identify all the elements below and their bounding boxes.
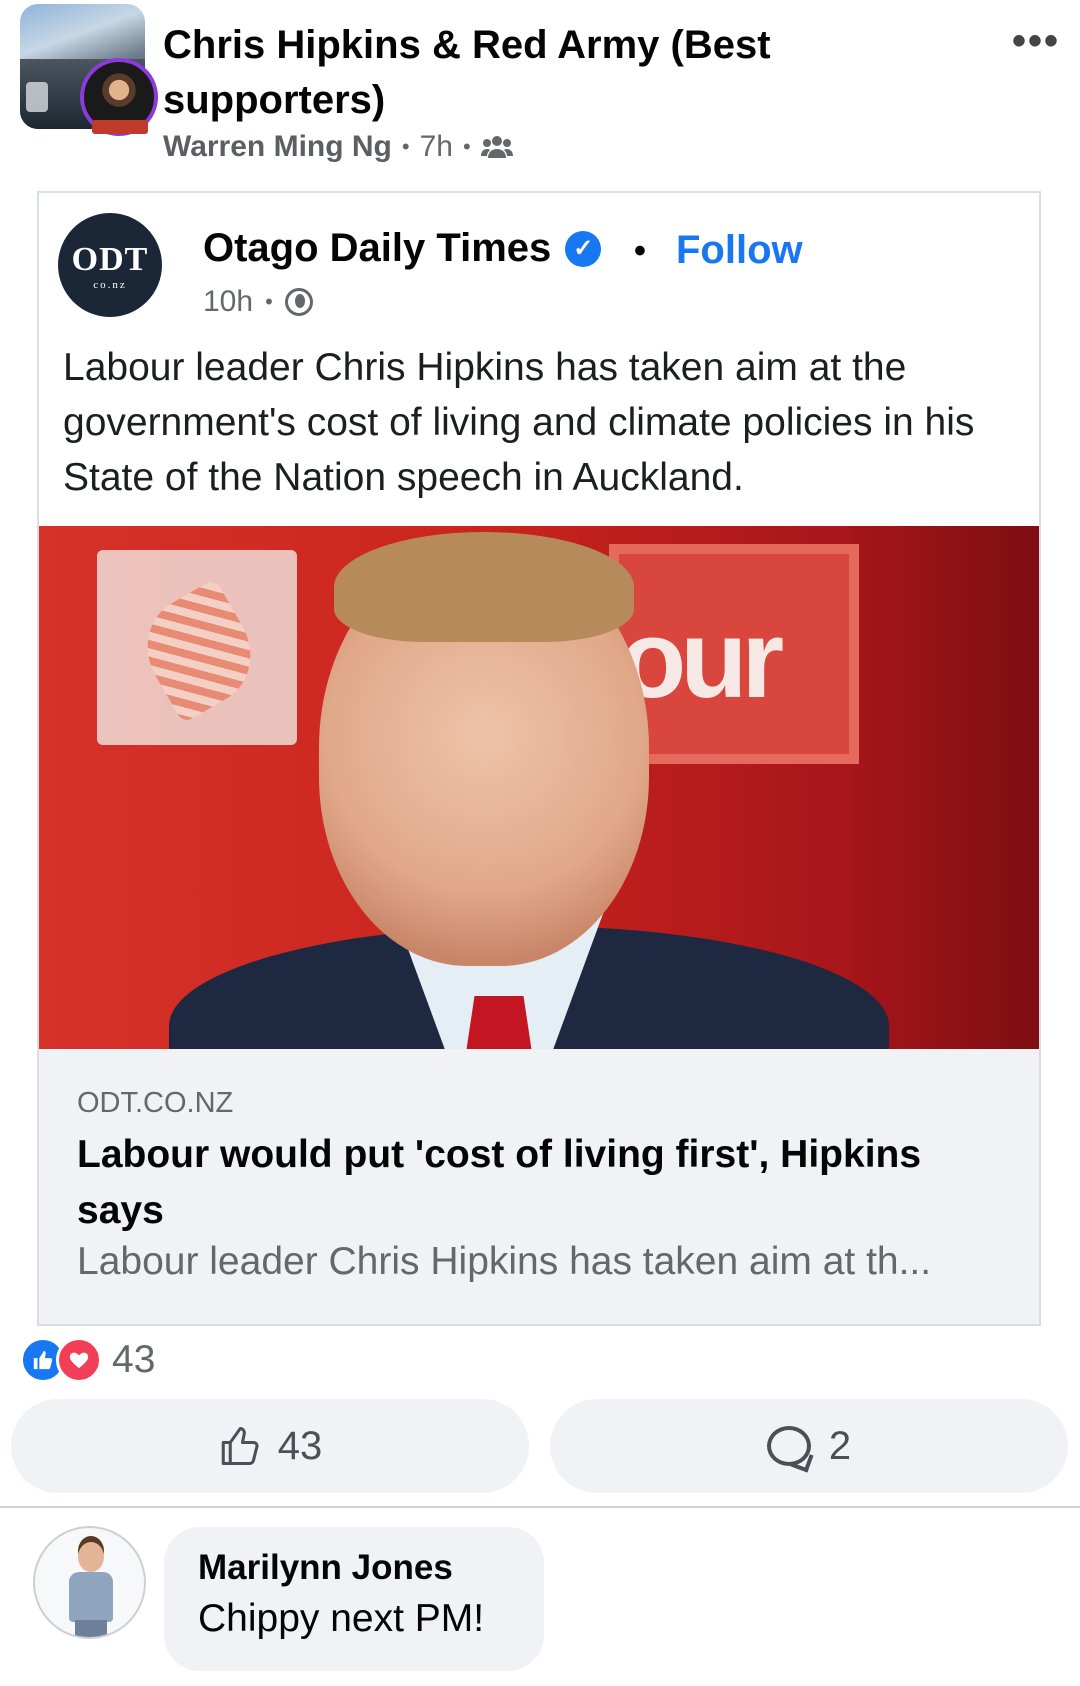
divider bbox=[0, 1506, 1080, 1508]
person-tie bbox=[464, 996, 534, 1049]
post-meta: Warren Ming Ng • 7h • bbox=[163, 130, 513, 164]
follow-button[interactable]: Follow bbox=[676, 228, 803, 273]
avatar-legs bbox=[75, 1620, 107, 1637]
group-name[interactable]: Chris Hipkins & Red Army (Best supporter… bbox=[163, 18, 803, 128]
reaction-count: 43 bbox=[112, 1338, 156, 1381]
like-count: 43 bbox=[277, 1423, 323, 1468]
thumbs-up-icon bbox=[221, 1426, 259, 1466]
commenter-avatar[interactable] bbox=[33, 1526, 146, 1639]
link-description: Labour leader Chris Hipkins has taken ai… bbox=[77, 1240, 932, 1283]
shared-post-time[interactable]: 10h bbox=[203, 285, 253, 319]
comment-button[interactable]: 2 bbox=[550, 1399, 1068, 1493]
avatar-head bbox=[78, 1542, 104, 1572]
like-button[interactable]: 43 bbox=[11, 1399, 529, 1493]
post-time[interactable]: 7h bbox=[420, 130, 453, 164]
more-options-icon[interactable]: ••• bbox=[1012, 21, 1060, 61]
comment-icon bbox=[766, 1426, 811, 1466]
author-avatar[interactable] bbox=[80, 58, 158, 136]
link-title[interactable]: Labour would put 'cost of living first',… bbox=[77, 1127, 997, 1239]
link-domain: ODT.CO.NZ bbox=[77, 1087, 234, 1119]
comment-text: Chippy next PM! bbox=[198, 1597, 485, 1640]
comment-count: 2 bbox=[828, 1423, 852, 1468]
page-name-row: Otago Daily Times ✓ bbox=[203, 226, 602, 271]
author-avatar-frame-tag bbox=[92, 120, 148, 134]
meta-separator: • bbox=[265, 289, 273, 314]
avatar-body bbox=[69, 1572, 113, 1622]
person-hair bbox=[334, 532, 634, 642]
commenter-name[interactable]: Marilynn Jones bbox=[198, 1548, 453, 1588]
page-logo-subtext: co.nz bbox=[93, 279, 127, 291]
article-image[interactable]: our bbox=[39, 526, 1039, 1049]
page-logo[interactable]: ODT co.nz bbox=[58, 213, 162, 317]
verified-badge-icon: ✓ bbox=[565, 230, 602, 267]
love-reaction-icon bbox=[56, 1337, 102, 1383]
follow-separator: • bbox=[634, 232, 646, 270]
page-name[interactable]: Otago Daily Times bbox=[203, 226, 551, 271]
group-avatar-badge bbox=[26, 82, 48, 112]
reactions-summary[interactable]: 43 bbox=[20, 1337, 155, 1383]
shared-post-meta: 10h • bbox=[203, 285, 313, 319]
meta-separator: • bbox=[462, 134, 471, 159]
group-members-icon bbox=[480, 136, 513, 158]
meta-separator: • bbox=[401, 134, 410, 159]
globe-icon bbox=[284, 288, 313, 316]
page-logo-text: ODT bbox=[71, 241, 149, 278]
author-name[interactable]: Warren Ming Ng bbox=[163, 130, 392, 164]
post-text: Labour leader Chris Hipkins has taken ai… bbox=[63, 346, 975, 499]
